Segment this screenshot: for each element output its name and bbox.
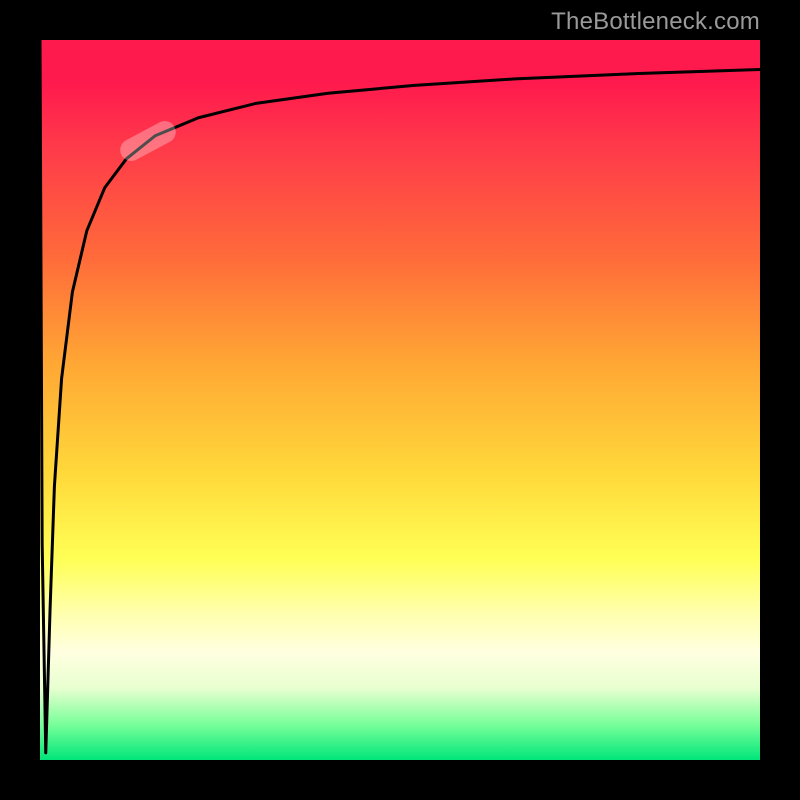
plot-area — [40, 40, 760, 760]
attribution-text: TheBottleneck.com — [551, 8, 760, 36]
chart-stage: TheBottleneck.com — [0, 0, 800, 800]
curve-marker — [116, 117, 179, 165]
